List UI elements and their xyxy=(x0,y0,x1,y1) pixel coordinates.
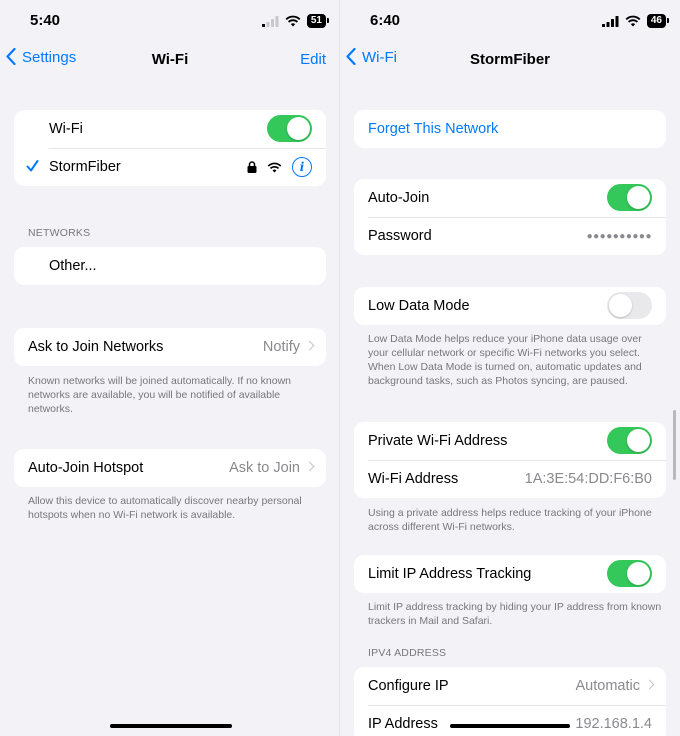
wifi-group: Wi-Fi StormFiber i xyxy=(14,110,326,186)
nav-bar: Settings Wi-Fi Edit xyxy=(0,48,340,72)
wifi-address-label: Wi-Fi Address xyxy=(368,471,459,487)
configure-ip-row[interactable]: Configure IP Automatic xyxy=(354,667,666,705)
ask-join-label: Ask to Join Networks xyxy=(28,339,164,355)
wifi-status-icon xyxy=(625,15,641,27)
status-time: 5:40 xyxy=(30,12,61,29)
password-label: Password xyxy=(368,228,432,244)
networks-header: NETWORKS xyxy=(28,227,91,239)
forget-network-row[interactable]: Forget This Network xyxy=(354,110,666,148)
private-address-toggle[interactable] xyxy=(607,427,652,454)
auto-join-row: Auto-Join xyxy=(354,179,666,217)
auto-join-toggle[interactable] xyxy=(607,184,652,211)
home-indicator[interactable] xyxy=(110,724,232,728)
home-indicator[interactable] xyxy=(450,724,570,728)
limit-ip-toggle[interactable] xyxy=(607,560,652,587)
wifi-address-row: Wi-Fi Address 1A:3E:54:DD:F6:B0 xyxy=(354,460,666,498)
auto-join-label: Auto-Join xyxy=(368,190,430,206)
password-value: ●●●●●●●●●● xyxy=(586,230,652,242)
other-label: Other... xyxy=(49,258,97,274)
current-network-name: StormFiber xyxy=(49,159,121,175)
status-icons: 51 xyxy=(261,14,330,28)
low-data-toggle[interactable] xyxy=(607,292,652,319)
wifi-settings-screen: 5:40 51 Settings Wi-Fi Edit Wi-Fi StormF… xyxy=(0,0,340,736)
ask-join-footnote: Known networks will be joined automatica… xyxy=(28,375,292,415)
ip-address-row: IP Address 192.168.1.4 xyxy=(354,705,666,736)
chevron-right-icon xyxy=(304,461,315,472)
scrollbar[interactable] xyxy=(673,410,676,480)
limit-ip-group: Limit IP Address Tracking xyxy=(354,555,666,593)
join-group: Auto-Join Password ●●●●●●●●●● xyxy=(354,179,666,255)
password-row[interactable]: Password ●●●●●●●●●● xyxy=(354,217,666,255)
wifi-toggle[interactable] xyxy=(267,115,312,142)
configure-ip-value: Automatic xyxy=(575,678,640,694)
limit-ip-footnote: Limit IP address tracking by hiding your… xyxy=(368,601,662,627)
network-icons: i xyxy=(247,157,312,177)
hotspot-group: Auto-Join Hotspot Ask to Join xyxy=(14,449,326,487)
hotspot-row[interactable]: Auto-Join Hotspot Ask to Join xyxy=(14,449,326,487)
status-time: 6:40 xyxy=(370,12,401,29)
toggle-knob xyxy=(627,562,650,585)
status-bar: 5:40 51 xyxy=(0,12,340,32)
limit-ip-label: Limit IP Address Tracking xyxy=(368,566,532,582)
battery-icon: 51 xyxy=(306,14,330,28)
wifi-status-icon xyxy=(285,15,301,27)
toggle-knob xyxy=(627,429,650,452)
private-address-group: Private Wi-Fi Address Wi-Fi Address 1A:3… xyxy=(354,422,666,498)
toggle-knob xyxy=(609,294,632,317)
low-data-label: Low Data Mode xyxy=(368,298,470,314)
low-data-group: Low Data Mode xyxy=(354,287,666,325)
hotspot-value: Ask to Join xyxy=(229,460,300,476)
battery-icon: 46 xyxy=(646,14,670,28)
wifi-toggle-row: Wi-Fi xyxy=(14,110,326,148)
other-network-row[interactable]: Other... xyxy=(14,247,326,285)
checkmark-icon xyxy=(26,160,39,172)
wifi-address-value: 1A:3E:54:DD:F6:B0 xyxy=(524,471,652,487)
info-icon[interactable]: i xyxy=(292,157,312,177)
toggle-knob xyxy=(287,117,310,140)
cellular-signal-icon xyxy=(601,15,619,27)
ip-address-value: 192.168.1.4 xyxy=(575,716,652,732)
ipv4-header: IPV4 ADDRESS xyxy=(368,647,447,659)
low-data-footnote: Low Data Mode helps reduce your iPhone d… xyxy=(368,333,642,387)
private-address-label: Private Wi-Fi Address xyxy=(368,433,508,449)
configure-ip-label: Configure IP xyxy=(368,678,449,694)
network-detail-screen: 6:40 46 Wi-Fi StormFiber Forget This Net… xyxy=(340,0,680,736)
chevron-right-icon xyxy=(304,340,315,351)
networks-group: Other... xyxy=(14,247,326,285)
wifi-label: Wi-Fi xyxy=(49,121,83,137)
low-data-row: Low Data Mode xyxy=(354,287,666,325)
lock-icon xyxy=(247,161,257,173)
status-icons: 46 xyxy=(601,14,670,28)
forget-group: Forget This Network xyxy=(354,110,666,148)
ask-join-value: Notify xyxy=(262,339,300,355)
hotspot-footnote: Allow this device to automatically disco… xyxy=(28,495,302,521)
ip-address-label: IP Address xyxy=(368,716,438,732)
edit-button[interactable]: Edit xyxy=(300,51,326,68)
ask-join-row[interactable]: Ask to Join Networks Notify xyxy=(14,328,326,366)
status-bar: 6:40 46 xyxy=(340,12,680,32)
nav-bar: Wi-Fi StormFiber xyxy=(340,48,680,72)
private-address-row: Private Wi-Fi Address xyxy=(354,422,666,460)
page-title: StormFiber xyxy=(469,51,550,68)
ask-join-group: Ask to Join Networks Notify xyxy=(14,328,326,366)
private-address-footnote: Using a private address helps reduce tra… xyxy=(368,507,652,533)
cellular-signal-icon xyxy=(261,15,279,27)
forget-network-button[interactable]: Forget This Network xyxy=(368,121,498,137)
hotspot-label: Auto-Join Hotspot xyxy=(28,460,144,476)
chevron-right-icon xyxy=(644,679,655,690)
wifi-signal-icon xyxy=(267,162,282,173)
toggle-knob xyxy=(627,186,650,209)
current-network-row[interactable]: StormFiber i xyxy=(14,148,326,186)
page-title: Wi-Fi xyxy=(151,51,189,68)
limit-ip-row: Limit IP Address Tracking xyxy=(354,555,666,593)
